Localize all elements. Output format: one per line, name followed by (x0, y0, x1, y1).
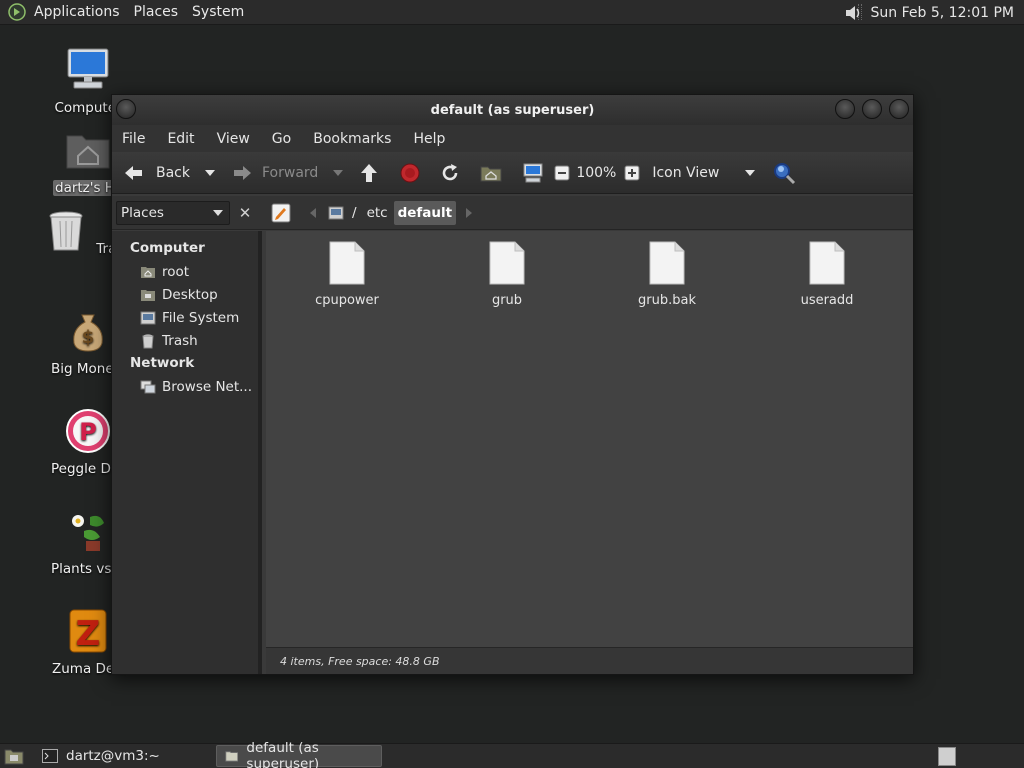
zoom-in-icon[interactable] (624, 165, 640, 181)
file-item-useradd[interactable]: useradd (767, 241, 887, 308)
menu-view[interactable]: View (217, 131, 250, 147)
text-file-icon (809, 241, 845, 285)
drive-icon (140, 311, 156, 324)
breadcrumb-left-arrow-icon[interactable] (308, 207, 318, 219)
toolbar: Back Forward 100% Icon View (112, 152, 913, 194)
window-titlebar[interactable]: default (as superuser) (112, 95, 913, 125)
menu-help[interactable]: Help (413, 131, 445, 147)
desktop-folder-icon (141, 289, 155, 301)
clock[interactable]: Sun Feb 5, 12:01 PM (871, 5, 1014, 21)
back-history-dropdown-icon[interactable] (204, 168, 216, 178)
menu-go[interactable]: Go (272, 131, 291, 147)
bottom-panel: dartz@vm3:~ default (as superuser) (0, 740, 1024, 768)
money-bag-icon: $ (73, 314, 103, 352)
trash-icon (49, 211, 83, 251)
file-view[interactable]: cpupower grub grub.bak useradd (266, 231, 913, 647)
up-arrow-icon[interactable] (358, 162, 380, 184)
top-panel: Applications Places System Sun Feb 5, 12… (0, 0, 1024, 25)
close-sidebar-icon[interactable]: ✕ (234, 202, 256, 224)
stop-icon[interactable] (400, 163, 420, 183)
menu-file[interactable]: File (122, 131, 145, 147)
file-manager-window[interactable]: default (as superuser) File Edit View Go… (111, 94, 914, 675)
maximize-button[interactable] (862, 99, 882, 119)
plants-icon (72, 515, 104, 551)
file-item-grub-bak[interactable]: grub.bak (607, 241, 727, 308)
forward-arrow-icon (234, 165, 251, 180)
folder-icon (225, 751, 238, 762)
zoom-level: 100% (576, 164, 617, 181)
volume-icon[interactable] (843, 3, 863, 23)
terminal-icon (42, 749, 58, 763)
sidebar-heading-network: Network (130, 355, 195, 371)
window-menu-button[interactable] (116, 99, 136, 119)
workspace-switcher[interactable] (938, 747, 956, 766)
places-menu[interactable]: Places (134, 4, 179, 20)
breadcrumb-default[interactable]: default (393, 201, 457, 225)
svg-text:P: P (79, 418, 97, 446)
chevron-down-icon (745, 169, 756, 176)
file-item-cpupower[interactable]: cpupower (287, 241, 407, 308)
status-bar: 4 items, Free space: 48.8 GB (266, 647, 913, 674)
home-folder-icon (141, 266, 155, 278)
sidebar-item-trash[interactable]: Trash (112, 329, 258, 352)
sidebar-heading-computer: Computer (130, 240, 205, 256)
edit-location-icon[interactable] (270, 202, 292, 224)
taskbar-item-terminal[interactable]: dartz@vm3:~ (34, 745, 168, 767)
peggle-icon: P (66, 409, 110, 453)
breadcrumb-etc[interactable]: etc (363, 201, 392, 225)
sidebar-item-root[interactable]: root (112, 260, 258, 283)
menu-bar: File Edit View Go Bookmarks Help (112, 125, 913, 152)
places-sidebar: Computer root Desktop File System Trash … (112, 231, 262, 674)
window-title: default (as superuser) (430, 102, 595, 118)
file-item-grub[interactable]: grub (447, 241, 567, 308)
text-file-icon (489, 241, 525, 285)
system-menu[interactable]: System (192, 4, 244, 20)
forward-button[interactable]: Forward (230, 163, 318, 183)
computer-icon (67, 48, 109, 89)
minimize-button[interactable] (835, 99, 855, 119)
close-button[interactable] (889, 99, 909, 119)
zuma-icon: Z (69, 609, 107, 654)
back-arrow-icon (125, 165, 142, 180)
computer-icon[interactable] (522, 163, 544, 183)
applications-menu[interactable]: Applications (34, 4, 120, 20)
distro-logo-icon[interactable] (8, 3, 26, 21)
location-bar: Places ✕ / etc default (112, 196, 913, 230)
home-icon[interactable] (480, 163, 502, 183)
sidebar-item-browse-network[interactable]: Browse Net... (112, 375, 258, 398)
breadcrumb-right-arrow-icon[interactable] (464, 207, 474, 219)
view-mode-select[interactable]: Icon View (652, 165, 756, 181)
svg-text:$: $ (82, 327, 95, 348)
network-icon (140, 380, 156, 393)
text-file-icon (649, 241, 685, 285)
chevron-down-icon (213, 210, 223, 216)
menu-edit[interactable]: Edit (167, 131, 194, 147)
search-icon[interactable] (772, 161, 796, 185)
menu-bookmarks[interactable]: Bookmarks (313, 131, 391, 147)
drive-icon (328, 206, 344, 220)
forward-history-dropdown-icon[interactable] (332, 168, 344, 178)
text-file-icon (329, 241, 365, 285)
show-desktop-icon[interactable] (4, 747, 24, 765)
back-button[interactable]: Back (122, 163, 190, 183)
trash-icon (142, 334, 154, 348)
sidebar-item-file-system[interactable]: File System (112, 306, 258, 329)
breadcrumb: / etc default (270, 201, 474, 225)
sidebar-places-combo[interactable]: Places (116, 201, 230, 225)
sidebar-item-desktop[interactable]: Desktop (112, 283, 258, 306)
taskbar-item-file-manager[interactable]: default (as superuser) (215, 740, 382, 768)
svg-text:Z: Z (76, 614, 101, 654)
breadcrumb-root[interactable]: / (324, 201, 361, 225)
reload-icon[interactable] (440, 163, 460, 183)
zoom-out-icon[interactable] (554, 165, 570, 181)
home-folder-icon (66, 135, 110, 169)
